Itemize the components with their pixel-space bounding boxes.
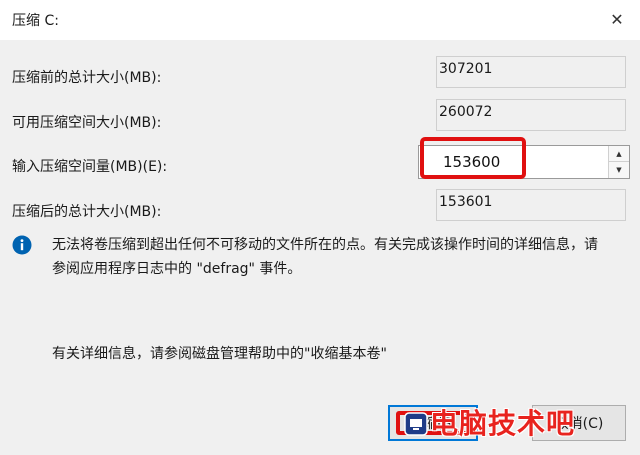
total-before-field: 307201 (436, 56, 626, 88)
total-after-label: 压缩后的总计大小(MB): (12, 204, 162, 220)
info-message: 无法将卷压缩到超出任何不可移动的文件所在的点。有关完成该操作时间的详细信息，请 … (52, 233, 627, 281)
shrink-amount-input[interactable] (419, 146, 607, 178)
chevron-down-icon: ▼ (616, 166, 622, 174)
title-bar: 压缩 C: ✕ (0, 0, 640, 40)
stepper-buttons: ▲ ▼ (608, 146, 629, 178)
available-space-field: 260072 (436, 99, 626, 131)
total-after-value: 153601 (439, 194, 493, 210)
close-button[interactable]: ✕ (602, 4, 632, 34)
shrink-amount-label: 输入压缩空间量(MB)(E): (12, 159, 168, 175)
close-icon: ✕ (610, 9, 624, 29)
window-title: 压缩 C: (12, 13, 59, 29)
total-before-value: 307201 (439, 61, 493, 77)
info-message-line1: 无法将卷压缩到超出任何不可移动的文件所在的点。有关完成该操作时间的详细信息，请 (52, 237, 598, 253)
total-before-label: 压缩前的总计大小(MB): (12, 70, 162, 86)
available-space-value: 260072 (439, 104, 493, 120)
chevron-up-icon: ▲ (616, 149, 622, 158)
stepper-up-button[interactable]: ▲ (609, 146, 629, 162)
watermark-logo-icon (404, 412, 428, 436)
info-message-line2: 参阅应用程序日志中的 "defrag" 事件。 (52, 261, 302, 277)
shrink-amount-stepper[interactable]: ▲ ▼ (418, 145, 630, 179)
info-icon (12, 235, 32, 255)
available-space-label: 可用压缩空间大小(MB): (12, 115, 162, 131)
stepper-down-button[interactable]: ▼ (609, 162, 629, 178)
help-text: 有关详细信息，请参阅磁盘管理帮助中的"收缩基本卷" (52, 346, 387, 362)
total-after-field: 153601 (436, 189, 626, 221)
watermark-text: 电脑技术吧 (430, 407, 576, 440)
